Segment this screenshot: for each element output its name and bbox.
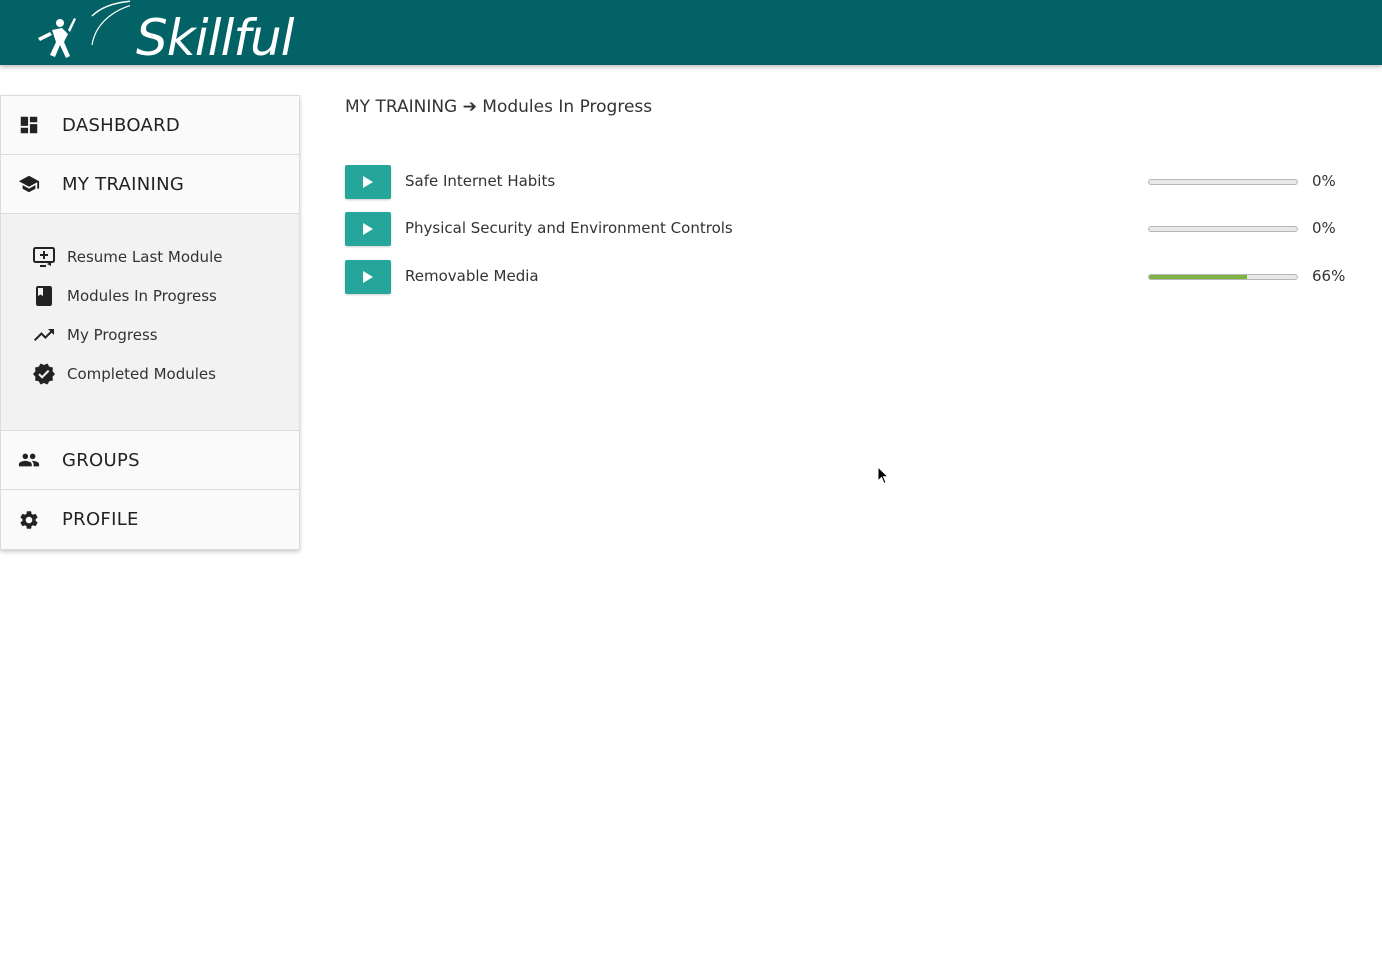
module-title[interactable]: Physical Security and Environment Contro… <box>405 219 733 237</box>
play-icon <box>363 176 373 188</box>
sidebar-item-label: GROUPS <box>62 449 140 471</box>
people-icon <box>18 453 40 467</box>
module-progress-bar <box>1148 226 1298 232</box>
dashboard-icon <box>20 116 38 134</box>
module-title[interactable]: Safe Internet Habits <box>405 172 555 190</box>
module-row: Physical Security and Environment Contro… <box>345 212 1345 246</box>
submenu-item-modules-in-progress[interactable]: Modules In Progress <box>1 276 299 315</box>
brand-logo[interactable]: Skillful <box>30 0 295 66</box>
breadcrumb-page: Modules In Progress <box>482 97 653 117</box>
sidebar-item-profile[interactable]: PROFILE <box>1 490 299 549</box>
submenu-item-label: Resume Last Module <box>67 247 223 266</box>
module-progress-percent: 66% <box>1312 267 1346 285</box>
gear-icon <box>20 510 38 529</box>
module-row: Removable Media 66% <box>345 260 1345 294</box>
play-icon <box>363 223 373 235</box>
play-button[interactable] <box>345 260 391 294</box>
module-row: Safe Internet Habits 0% <box>345 165 1345 199</box>
breadcrumb-section[interactable]: MY TRAINING <box>345 97 457 117</box>
top-header: Skillful <box>0 0 1382 66</box>
resume-icon <box>33 246 55 267</box>
submenu-item-label: My Progress <box>67 325 158 344</box>
play-button[interactable] <box>345 165 391 199</box>
module-progress-bar <box>1148 179 1298 185</box>
verified-badge-icon <box>33 363 55 384</box>
book-icon <box>36 285 52 306</box>
sidebar-item-dashboard[interactable]: DASHBOARD <box>1 96 299 155</box>
submenu-item-label: Completed Modules <box>67 364 216 383</box>
sidebar-item-groups[interactable]: GROUPS <box>1 431 299 490</box>
play-icon <box>363 271 373 283</box>
breadcrumb-separator: ➔ <box>462 97 477 117</box>
module-progress-fill <box>1149 275 1247 279</box>
sidebar-item-label: DASHBOARD <box>62 114 181 136</box>
brand-name: Skillful <box>136 9 295 67</box>
submenu-item-completed-modules[interactable]: Completed Modules <box>1 354 299 393</box>
submenu-item-label: Modules In Progress <box>67 286 217 305</box>
sidebar-item-label: MY TRAINING <box>62 173 185 195</box>
breadcrumb: MY TRAINING ➔ Modules In Progress <box>345 97 652 117</box>
sidebar-item-label: PROFILE <box>62 509 139 530</box>
sidebar-item-my-training[interactable]: MY TRAINING <box>1 155 299 214</box>
module-progress-bar <box>1148 274 1298 280</box>
submenu-item-resume-last-module[interactable]: Resume Last Module <box>1 237 299 276</box>
mouse-cursor-icon <box>877 466 890 485</box>
golfer-logo-icon <box>38 0 171 58</box>
submenu-item-my-progress[interactable]: My Progress <box>1 315 299 354</box>
graduation-cap-icon <box>18 175 40 193</box>
sidebar-nav: DASHBOARD MY TRAINING Resume Last Module… <box>0 95 300 550</box>
trending-up-icon <box>34 328 54 341</box>
my-training-submenu: Resume Last Module Modules In Progress M… <box>1 214 299 431</box>
module-progress-percent: 0% <box>1312 219 1336 237</box>
play-button[interactable] <box>345 212 391 246</box>
module-title[interactable]: Removable Media <box>405 267 539 285</box>
module-progress-percent: 0% <box>1312 172 1336 190</box>
